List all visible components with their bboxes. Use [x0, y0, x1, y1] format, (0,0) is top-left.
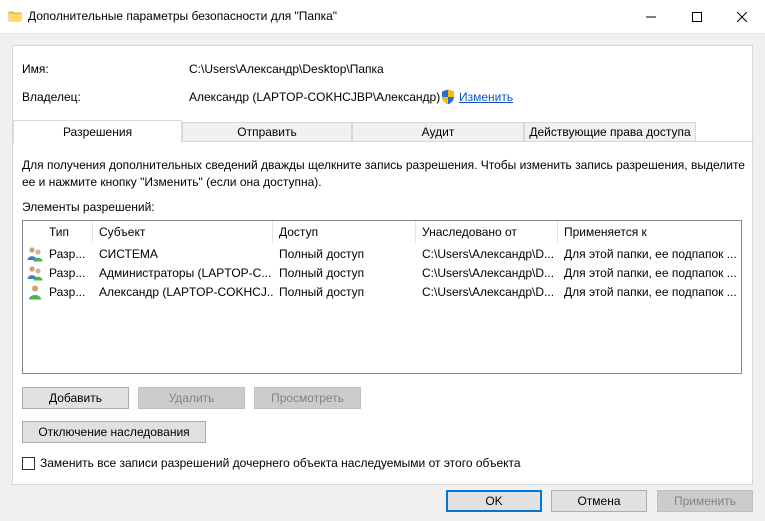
cell-subject: Администраторы (LAPTOP-C... [99, 266, 272, 280]
change-owner-link[interactable]: Изменить [459, 90, 513, 104]
owner-value: Александр (LAPTOP-COKHCJBP\Александр) [189, 90, 441, 104]
cell-inherited: C:\Users\Александр\D... [422, 285, 555, 299]
tab-audit[interactable]: Аудит [352, 122, 524, 142]
close-button[interactable] [719, 0, 765, 34]
ok-button[interactable]: OK [446, 490, 542, 512]
disable-inheritance-button[interactable]: Отключение наследования [22, 421, 206, 443]
column-header-type[interactable]: Тип [43, 221, 93, 243]
cell-inherited: C:\Users\Александр\D... [422, 266, 555, 280]
main-panel: Имя: C:\Users\Александр\Desktop\Папка Вл… [12, 45, 754, 485]
apply-button[interactable]: Применить [657, 490, 753, 512]
cell-access: Полный доступ [279, 247, 365, 261]
cell-type: Разр... [49, 266, 86, 280]
cancel-button[interactable]: Отмена [551, 490, 647, 512]
uac-shield-icon [441, 89, 455, 105]
view-button[interactable]: Просмотреть [254, 387, 361, 409]
window-title: Дополнительные параметры безопасности дл… [28, 9, 338, 23]
name-value: C:\Users\Александр\Desktop\Папка [189, 62, 384, 76]
cell-applies: Для этой папки, ее подпапок ... [564, 266, 737, 280]
folder-icon [8, 9, 22, 23]
tab-share[interactable]: Отправить [182, 122, 352, 142]
table-row[interactable]: Разр... СИСТЕМА Полный доступ C:\Users\А… [23, 245, 741, 264]
cell-type: Разр... [49, 285, 86, 299]
permissions-list[interactable]: Тип Субъект Доступ Унаследовано от Приме… [22, 220, 742, 374]
remove-button[interactable]: Удалить [138, 387, 245, 409]
cell-type: Разр... [49, 247, 86, 261]
column-header-access[interactable]: Доступ [273, 221, 416, 243]
cell-applies: Для этой папки, ее подпапок ... [564, 285, 737, 299]
hint-text: Для получения дополнительных сведений дв… [22, 158, 745, 189]
tab-effective-access[interactable]: Действующие права доступа [524, 122, 696, 142]
permissions-label: Элементы разрешений: [22, 200, 155, 214]
title-bar: Дополнительные параметры безопасности дл… [0, 0, 765, 34]
tab-strip: Разрешения Отправить Аудит Действующие п… [13, 120, 754, 143]
table-row[interactable]: Разр... Александр (LAPTOP-COKHCJ... Полн… [23, 283, 741, 302]
cell-subject: Александр (LAPTOP-COKHCJ... [99, 285, 273, 299]
cell-access: Полный доступ [279, 285, 365, 299]
column-header-inherited[interactable]: Унаследовано от [416, 221, 558, 243]
name-label: Имя: [22, 62, 49, 76]
column-header-subject[interactable]: Субъект [93, 221, 273, 243]
cell-subject: СИСТЕМА [99, 247, 158, 261]
replace-permissions-label[interactable]: Заменить все записи разрешений дочернего… [40, 456, 521, 470]
replace-permissions-checkbox[interactable] [22, 457, 35, 470]
column-header-applies[interactable]: Применяется к [558, 221, 741, 243]
owner-label: Владелец: [22, 90, 81, 104]
cell-applies: Для этой папки, ее подпапок ... [564, 247, 737, 261]
minimize-button[interactable] [628, 0, 674, 34]
cell-inherited: C:\Users\Александр\D... [422, 247, 555, 261]
add-button[interactable]: Добавить [22, 387, 129, 409]
list-header: Тип Субъект Доступ Унаследовано от Приме… [23, 221, 741, 243]
table-row[interactable]: Разр... Администраторы (LAPTOP-C... Полн… [23, 264, 741, 283]
cell-access: Полный доступ [279, 266, 365, 280]
tab-permissions[interactable]: Разрешения [13, 120, 182, 143]
maximize-button[interactable] [674, 0, 720, 34]
